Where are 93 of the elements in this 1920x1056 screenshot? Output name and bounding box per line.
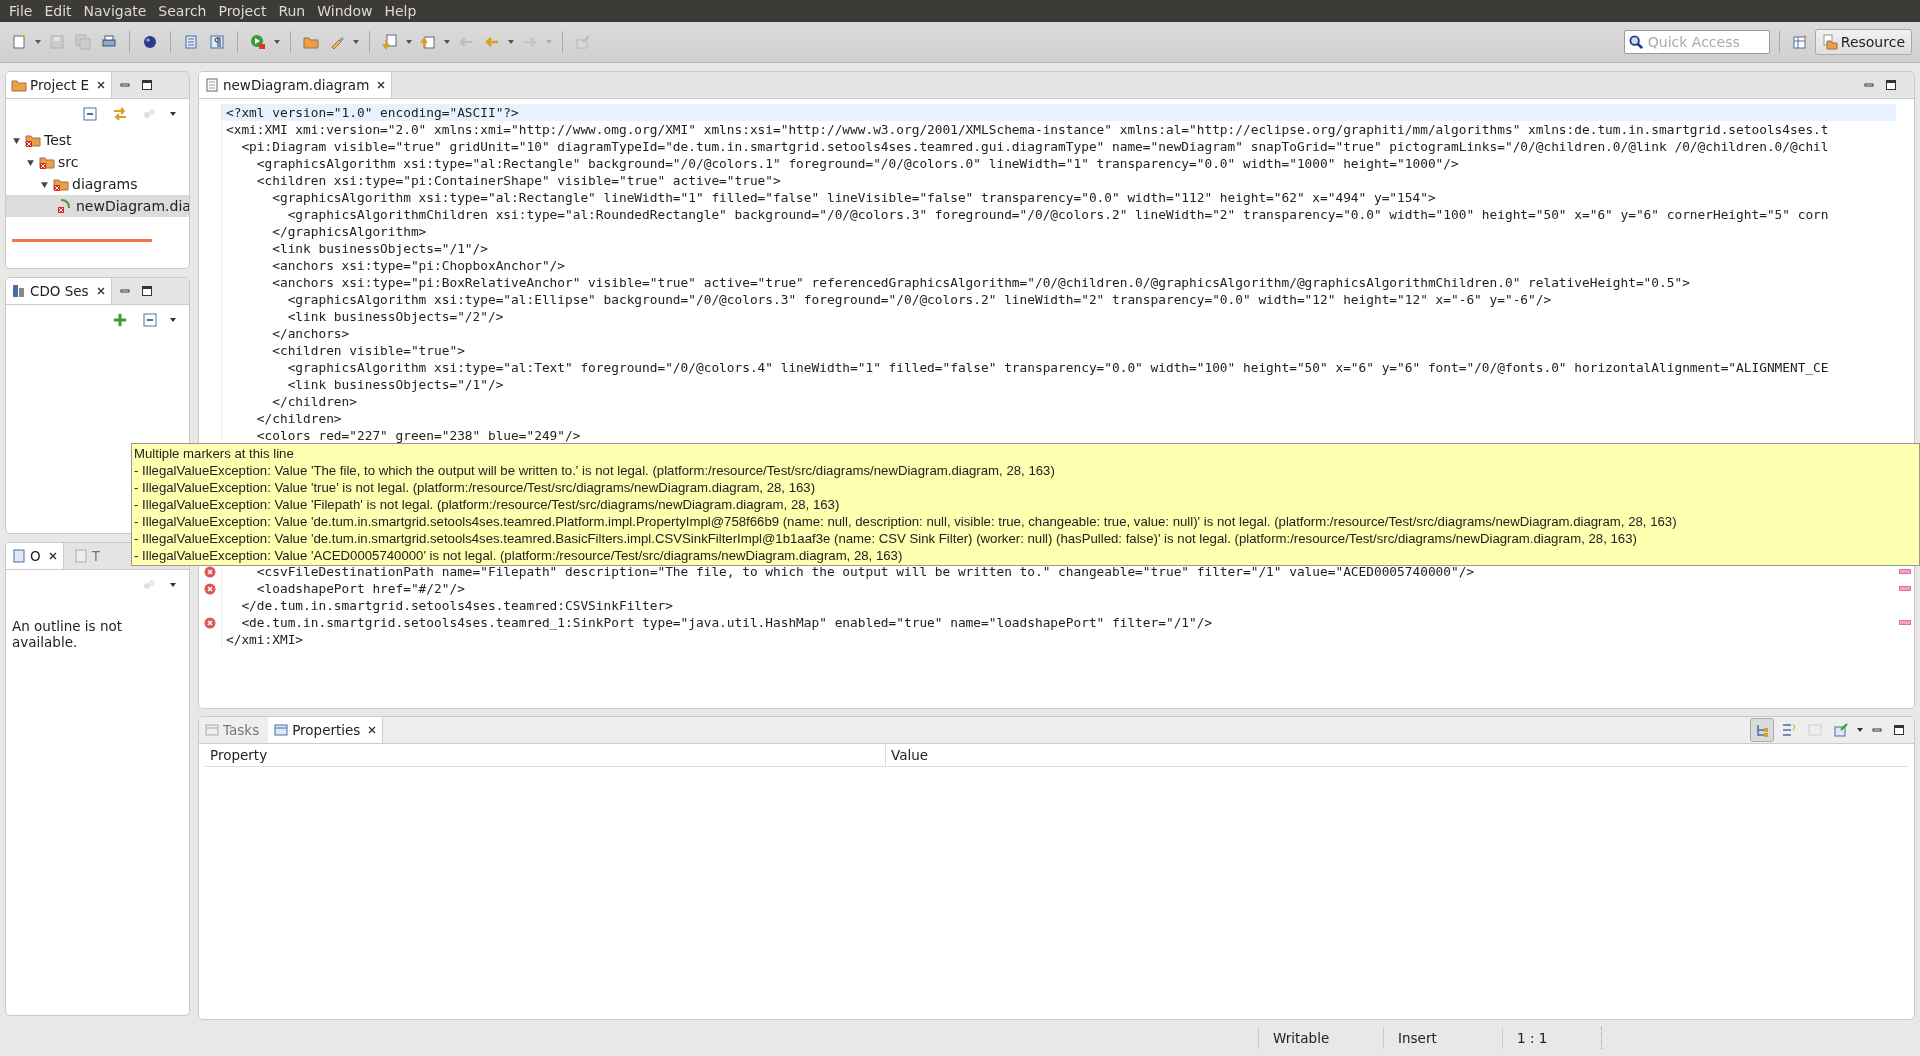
close-icon[interactable] [367,725,378,735]
code-line: <link businessObjects="/1"/> [286,376,505,393]
folder-icon [25,132,41,148]
code-line: <csvFileDestinationPath name="Filepath" description="The file, to which the output will be written to." changeable="true" filter="/1" value="ACED0005740000"/> [255,563,1476,580]
code-line: <loadshapePort href="#/2"/> [255,580,466,597]
document-icon [204,77,220,93]
caret-icon[interactable] [352,38,360,46]
code-line: </anchors> [271,325,351,342]
caret-icon[interactable] [405,38,413,46]
close-icon[interactable] [95,286,106,296]
view-tab[interactable]: Properties [268,717,384,743]
caret-icon[interactable] [34,38,42,46]
view-menu-icon[interactable] [1856,726,1864,734]
close-icon[interactable] [47,551,58,561]
code-line: <graphicsAlgorithm xsi:type="al:Ellipse" background="/0/@colors.3" foreground="/0/@colors.2" lineWidth="2" transparency="0.0" width="12" height="12" x="-6" y="-6"/> [286,291,1553,308]
status-field: 1 : 1 [1502,1027,1602,1049]
menu-item[interactable]: Help [381,3,426,19]
close-icon[interactable] [96,80,106,90]
error-message: - IllegalValueException: Value 'The file, to which the output will be written to.' is not legal. (platform:/resource/Test/src/diagrams/newDiagram.diagram, 28, 163) [134,462,1056,479]
code-line: </de.tum.in.smartgrid.setools4ses.teamred:CSVSinkFilter> [240,597,674,614]
categories-icon[interactable] [1750,718,1774,742]
code-line: <link businessObjects="/2"/> [286,308,505,325]
error-message: - IllegalValueException: Value 'true' is not legal. (platform:/resource/Test/src/diagrams/newDiagram.diagram, 28, 163) [134,479,817,496]
menu-item[interactable]: Edit [41,3,81,19]
status-field: Writable [1258,1027,1383,1049]
expand-arrow-icon[interactable] [12,135,21,145]
outline-icon [11,548,27,564]
folder-icon [1821,34,1838,50]
tree-item[interactable]: diagrams [6,173,189,195]
error-marker [1899,586,1911,591]
close-icon[interactable] [376,80,387,90]
error-message: - IllegalValueException: Value 'de.tum.in.smartgrid.setools4ses.teamred.Platform.impl.PropertyImpl@758f66b9 (name: null, description: null, visible: true, changeable: true, value: null)' is not legal. (platform:/resource/Test/src/diagrams/newDiagram.diagram, 28, 163) [134,513,1678,530]
error-message: - IllegalValueException: Value 'Filepath' is not legal. (platform:/resource/Test/src/diagrams/newDiagram.diagram, 28, 163) [134,496,841,513]
database-icon [11,283,27,299]
error-marker [1899,569,1911,574]
view-icon [273,722,290,738]
error-message: - IllegalValueException: Value 'ACED0005740000' is not legal. (platform:/resource/Test/src/diagrams/newDiagram.diagram, 28, 163) [134,547,904,564]
menu-item[interactable]: Project [215,3,276,19]
outline-message: An outline is not available. [12,618,124,650]
code-line: <graphicsAlgorithmChildren xsi:type="al:RoundedRectangle" background="/0/@colors.3" foreground="/0/@colors.2" lineWidth="2" transparency="0.0" width="100" height="50" x="6" y="6" cornerHeight="5" corn [286,206,1830,223]
code-line: <graphicsAlgorithm xsi:type="al:Rectangle" lineWidth="1" filled="false" lineVisible="false" transparency="0.0" width="112" height="62" x="494" y="154"> [271,189,1437,206]
menu-item[interactable]: Run [275,3,315,19]
resource-perspective-button[interactable]: Resource [1814,29,1912,55]
caret-icon[interactable] [273,38,281,46]
expand-arrow-icon[interactable] [26,157,35,167]
code-line: <graphicsAlgorithm xsi:type="al:Text" foreground="/0/@colors.4" lineWidth="1" filled="false" transparency="0.0" width="100" height="50" x="6" y="6" font="/0/@fonts.0" horizontalAlignment="ALIGNMENT_CE [286,359,1830,376]
project-explorer-tab[interactable]: Project E [6,72,112,98]
code-line: </graphicsAlgorithm> [271,223,428,240]
tree-item[interactable]: newDiagram.dia [6,195,189,217]
code-line: <pi:Diagram visible="true" gridUnit="10" diagramTypeId="de.tum.in.smartgrid.setools4ses.teamred.gui.diagramType" name="newDiagram" snapToGrid="true" pictogramLinks="/0/@children.0/@link /0/@children.0/@chil [240,138,1830,155]
search-icon [1628,34,1644,50]
column-header[interactable]: Property [205,744,886,766]
tree-item[interactable]: src [6,151,189,173]
tooltip-title: Multiple markers at this line [134,445,295,462]
outline-icon [72,548,89,564]
tree-item[interactable]: Test [6,129,189,151]
column-header[interactable]: Value [886,744,929,766]
folder-icon [53,176,69,192]
cdo-sessions-tab[interactable]: CDO Ses [6,278,112,304]
outline-tab[interactable]: O [6,543,64,569]
code-line: <link businessObjects="/1"/> [271,240,489,257]
menu-item[interactable]: File [6,3,42,19]
code-line: </children> [255,410,343,427]
view-icon [204,722,220,738]
folder-icon [39,154,55,170]
view-menu-icon[interactable] [169,110,177,118]
diagram-file-icon [57,198,73,214]
code-line: <children xsi:type="pi:ContainerShape" visible="true" active="true"> [255,172,782,189]
expand-arrow-icon[interactable] [40,179,49,189]
folder-icon [11,77,27,93]
code-line: <colors red="227" green="238" blue="249"/> [255,427,582,444]
code-line: <graphicsAlgorithm xsi:type="al:Rectangle" background="/0/@colors.1" foreground="/0/@colors.0" lineWidth="1" transparency="0.0" width="1000" height="1000"/> [255,155,1460,172]
caret-icon[interactable] [443,38,451,46]
view-menu-icon[interactable] [169,581,177,589]
code-line: <de.tum.in.smartgrid.setools4ses.teamred_1:SinkPort type="java.util.HashMap" enabled="true" name="loadshapePort" filter="/1"/> [240,614,1214,631]
editor-tab[interactable]: newDiagram.diagram [199,72,393,98]
code-line: </children> [271,393,358,410]
code-line: </xmi:XMI> [225,631,305,648]
menu-item[interactable]: Search [155,3,216,19]
caret-icon[interactable] [507,38,515,46]
code-line: <anchors xsi:type="pi:ChopboxAnchor"/> [271,257,566,274]
view-tab[interactable]: Tasks [199,717,265,743]
menu-item[interactable]: Window [314,3,382,19]
quick-access-field[interactable]: Quick Access [1623,30,1770,54]
outline-tab[interactable]: T [67,543,105,569]
code-line: <children visible="true"> [271,342,466,359]
code-line: <anchors xsi:type="pi:BoxRelativeAnchor" visible="true" active="true" referencedGraphicsAlgorithm="/0/@children.0/@graphicsAlgorithm/@graphicsAlgorithmChildren.0" relativeHeight="0.5"> [271,274,1691,291]
status-field: Insert [1383,1027,1502,1049]
menu-item[interactable]: Navigate [80,3,156,19]
view-menu-icon[interactable] [169,316,177,324]
code-line: <xmi:XMI xmi:version="2.0" xmlns:xmi="http://www.omg.org/XMI" xmlns:xsi="http://www.w3.org/2001/XMLSchema-instance" xmlns:al="http://eclipse.org/graphiti/mm/algorithms" xmlns:de.tum.in.smartgrid.setools4ses.t [225,121,1830,138]
error-message: - IllegalValueException: Value 'de.tum.in.smartgrid.setools4ses.teamred.BasicFilters.impl.CSVSinkFilterImpl@1b1aaf3e (name: CSV Sink Filter) (worker: null) (hasPulled: false)' is not legal. (platform:/resource/Test/src/diagrams/newDiagram.diagram, 28, 163) [134,530,1638,547]
error-marker [1899,620,1911,625]
